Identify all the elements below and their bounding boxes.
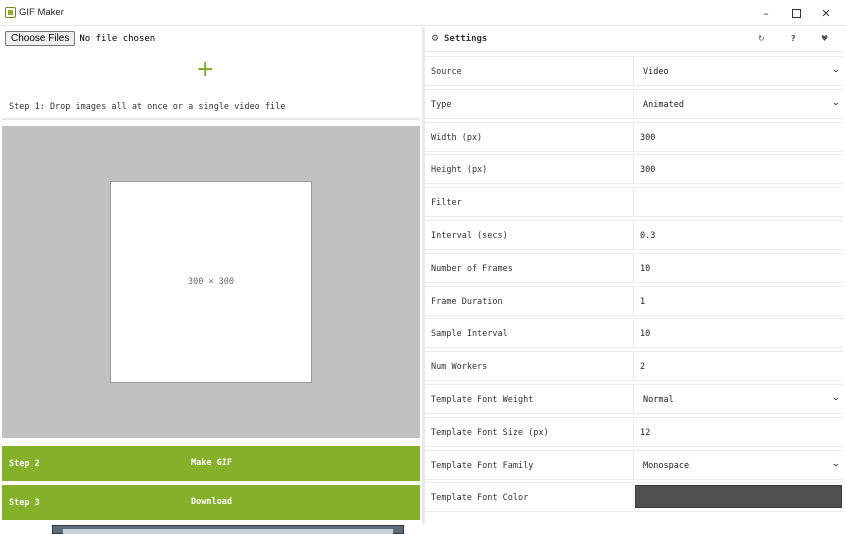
add-icon[interactable]: + bbox=[196, 59, 214, 81]
help-icon[interactable]: ? bbox=[791, 34, 796, 43]
step3-label: Step 3 bbox=[9, 498, 40, 508]
chevron-down-icon: ⌄ bbox=[831, 97, 841, 108]
choose-files-button[interactable]: Choose Files bbox=[5, 31, 76, 46]
settings-row: Filter bbox=[425, 187, 843, 218]
settings-row: Source Video ⌄ bbox=[425, 56, 843, 86]
make-gif-button[interactable]: Step 2 Make GIF bbox=[2, 446, 420, 481]
settings-panel: ⚙ Settings ↻ ? ♥ Source Video ⌄ Type Animate… bbox=[425, 27, 843, 524]
setting-value: 300 bbox=[640, 132, 656, 143]
setting-label: Source bbox=[431, 67, 462, 77]
download-button[interactable]: Step 3 Download bbox=[2, 485, 420, 520]
setting-value: 10 bbox=[640, 263, 651, 274]
settings-row: Type Animated ⌄ bbox=[425, 88, 843, 119]
title-bar: GIF Maker – ✕ bbox=[0, 0, 845, 26]
chevron-down-icon: ⌄ bbox=[831, 458, 841, 469]
chevron-down-icon: ⌄ bbox=[831, 65, 841, 75]
setting-input[interactable]: 0.3 bbox=[633, 221, 843, 249]
setting-label: Width (px) bbox=[431, 132, 483, 143]
setting-label: Template Font Weight bbox=[431, 395, 534, 405]
maximize-icon bbox=[791, 8, 801, 18]
setting-value: 300 bbox=[640, 165, 656, 176]
setting-label: Template Font Family bbox=[431, 460, 534, 471]
settings-row: Width (px) 300 bbox=[425, 121, 843, 152]
setting-value: 0.3 bbox=[640, 231, 656, 241]
setting-label: Template Font Size (px) bbox=[431, 427, 549, 438]
file-status: No file chosen bbox=[79, 33, 156, 44]
close-icon: ✕ bbox=[821, 6, 831, 20]
setting-value: 12 bbox=[640, 427, 651, 438]
file-picker: Choose Files No file chosen bbox=[5, 31, 155, 46]
setting-value: 1 bbox=[640, 296, 646, 307]
setting-input[interactable]: 1 bbox=[633, 286, 843, 315]
step1-instructions: Step 1: Drop images all at once or a sin… bbox=[9, 102, 286, 112]
color-picker[interactable] bbox=[633, 483, 843, 512]
settings-row: Interval (secs) 0.3 bbox=[425, 220, 843, 250]
setting-select[interactable]: Monospace ⌄ bbox=[633, 450, 843, 479]
settings-row: Height (px) 300 bbox=[425, 154, 843, 185]
setting-label: Filter bbox=[431, 198, 462, 209]
preview-canvas: 300 × 300 bbox=[110, 181, 312, 383]
setting-select[interactable]: Normal ⌄ bbox=[633, 385, 843, 413]
setting-input[interactable]: 10 bbox=[633, 319, 843, 348]
make-gif-label: Make GIF bbox=[191, 458, 232, 468]
setting-label: Type bbox=[431, 99, 452, 110]
heart-icon[interactable]: ♥ bbox=[821, 34, 828, 43]
setting-input[interactable]: 300 bbox=[633, 122, 843, 151]
setting-value: Video bbox=[643, 67, 669, 77]
setting-value: Animated bbox=[643, 99, 684, 110]
setting-input[interactable]: 300 bbox=[633, 155, 843, 184]
minimize-icon: – bbox=[763, 6, 769, 20]
maximize-button[interactable] bbox=[781, 0, 811, 26]
setting-value: 10 bbox=[640, 329, 651, 340]
drop-divider bbox=[2, 118, 420, 120]
minimize-button[interactable]: – bbox=[751, 0, 781, 26]
setting-label: Number of Frames bbox=[431, 263, 513, 274]
setting-value: 2 bbox=[640, 362, 646, 373]
settings-row: Frame Duration 1 bbox=[425, 285, 843, 316]
app-icon bbox=[5, 7, 16, 18]
settings-row: Sample Interval 10 bbox=[425, 318, 843, 349]
settings-row: Number of Frames 10 bbox=[425, 252, 843, 283]
settings-title: Settings bbox=[444, 34, 488, 44]
setting-input[interactable]: 2 bbox=[633, 352, 843, 381]
left-pane: Choose Files No file chosen + Step 1: Dr… bbox=[2, 28, 420, 526]
reset-icon[interactable]: ↻ bbox=[758, 34, 765, 43]
preview-area: 300 × 300 bbox=[2, 126, 420, 438]
setting-input[interactable]: 12 bbox=[633, 417, 843, 446]
settings-row: Template Font Family Monospace ⌄ bbox=[425, 449, 843, 480]
chevron-down-icon: ⌄ bbox=[831, 393, 841, 403]
setting-label: Frame Duration bbox=[431, 296, 503, 307]
settings-row: Template Font Color bbox=[425, 482, 843, 513]
setting-label: Interval (secs) bbox=[431, 231, 508, 241]
settings-row: Template Font Size (px) 12 bbox=[425, 416, 843, 447]
setting-select[interactable]: Animated ⌄ bbox=[633, 89, 843, 118]
setting-input[interactable]: 10 bbox=[633, 253, 843, 282]
download-label: Download bbox=[191, 497, 232, 507]
bottom-scrollbar[interactable] bbox=[52, 525, 404, 534]
setting-label: Sample Interval bbox=[431, 329, 508, 340]
settings-header: ⚙ Settings ↻ ? ♥ bbox=[425, 27, 843, 52]
preview-size-label: 300 × 300 bbox=[187, 277, 235, 287]
setting-select[interactable]: Video ⌄ bbox=[633, 57, 843, 85]
setting-value: Monospace bbox=[643, 460, 690, 471]
gear-icon: ⚙ bbox=[431, 34, 440, 44]
setting-label: Num Workers bbox=[431, 362, 488, 373]
settings-row: Template Font Weight Normal ⌄ bbox=[425, 384, 843, 414]
setting-input[interactable] bbox=[633, 188, 843, 217]
setting-label: Template Font Color bbox=[431, 493, 529, 504]
setting-value: Normal bbox=[643, 395, 674, 405]
window-title: GIF Maker bbox=[19, 7, 64, 18]
setting-label: Height (px) bbox=[431, 165, 488, 176]
step2-label: Step 2 bbox=[9, 459, 40, 469]
settings-row: Num Workers 2 bbox=[425, 351, 843, 382]
color-swatch[interactable] bbox=[635, 485, 842, 509]
close-button[interactable]: ✕ bbox=[811, 0, 841, 26]
